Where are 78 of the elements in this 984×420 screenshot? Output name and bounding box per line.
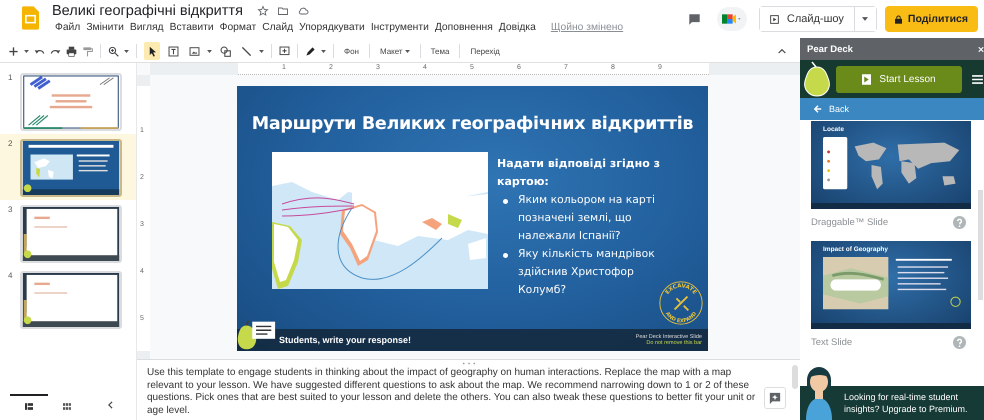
caret-icon: [862, 17, 868, 21]
toolbar-button[interactable]: Перехід: [467, 46, 503, 56]
footer-caption: Students, write your response!: [279, 335, 412, 345]
cloud-icon[interactable]: [296, 5, 309, 17]
menu-item[interactable]: Вигляд: [126, 22, 167, 33]
paint-format-icon[interactable]: [82, 46, 93, 56]
lock-icon: [894, 14, 902, 24]
plus-icon[interactable]: [8, 46, 19, 56]
slide-number: 4: [8, 271, 14, 280]
menu-icon[interactable]: [972, 74, 983, 84]
text-box-icon: [168, 46, 178, 56]
caret-icon[interactable]: [259, 50, 264, 52]
line-icon: [240, 46, 252, 56]
menu-item[interactable]: Інструменти: [368, 22, 432, 33]
menu-item[interactable]: Довідка: [496, 22, 539, 33]
caret-icon: [404, 50, 410, 52]
slide-thumbnail[interactable]: [20, 205, 122, 263]
slide-thumbnail[interactable]: [20, 73, 122, 131]
slide-number: 1: [8, 73, 14, 82]
explore-button[interactable]: [764, 387, 786, 409]
video-camera-icon: [722, 13, 742, 25]
add-comment-icon[interactable]: [279, 46, 290, 56]
slideshow-dropdown[interactable]: [854, 7, 876, 31]
meet-button[interactable]: [716, 7, 747, 31]
panel-title: Pear Deck: [807, 44, 853, 54]
pear-icon: [237, 319, 277, 351]
tool-button[interactable]: [144, 42, 160, 60]
bullet-icon: [503, 253, 508, 258]
template-name: Draggable™ Slide: [811, 217, 888, 228]
menu-item[interactable]: Вставити: [166, 22, 217, 33]
collapse-icon[interactable]: [778, 48, 786, 54]
template-name: Text Slide: [811, 337, 852, 348]
slide-thumbnail[interactable]: [20, 271, 122, 329]
menu-item[interactable]: Змінити: [83, 22, 127, 33]
document-title[interactable]: Великі географічні відкриття: [52, 3, 243, 19]
menu-item[interactable]: Упорядкувати: [296, 22, 368, 33]
scrollbar[interactable]: [792, 365, 798, 389]
pear-icon: [802, 61, 832, 97]
menu-item[interactable]: Слайд: [259, 22, 296, 33]
slide-prompt: Надати відповіді згідно з картою:: [497, 156, 662, 190]
pen-icon[interactable]: [305, 46, 316, 56]
back-arrow-icon: [814, 105, 822, 113]
bullet-icon: [503, 199, 508, 204]
collapse-panel-icon[interactable]: [108, 401, 113, 409]
menu-item[interactable]: Файл: [52, 22, 84, 33]
play-icon: [862, 74, 872, 84]
toolbar-button[interactable]: Макет: [376, 46, 413, 56]
spark-icon: [769, 392, 781, 404]
print-icon[interactable]: [66, 46, 77, 56]
toolbar-button[interactable]: Фон: [341, 46, 362, 56]
resize-handle-icon[interactable]: [462, 362, 476, 365]
comment-icon[interactable]: [688, 12, 701, 26]
grid-view-icon: [63, 402, 71, 410]
slide-title: Маршрути Великих географічних відкриттів: [250, 114, 694, 134]
caret-icon[interactable]: [321, 50, 326, 52]
folder-icon[interactable]: [276, 5, 289, 17]
list-view-icon: [25, 402, 33, 410]
slide-thumbnail[interactable]: [20, 139, 122, 197]
close-icon[interactable]: [978, 46, 984, 52]
zoom-icon[interactable]: [108, 46, 119, 56]
caret-icon[interactable]: [124, 50, 129, 52]
slide-number: 3: [8, 205, 14, 214]
slide-bullet: Яку кількість мандрівок здійснив Христофор Колумб?: [518, 246, 656, 298]
shapes-icon: [220, 46, 230, 56]
image-icon: [188, 46, 200, 56]
share-button[interactable]: Поділитися: [884, 6, 978, 32]
menu-item[interactable]: Формат: [216, 22, 260, 33]
back-button[interactable]: Back: [800, 98, 984, 120]
slide-number: 2: [8, 139, 14, 148]
scrollbar[interactable]: [978, 190, 983, 300]
slide-bullet: Яким кольором на карті позначені землі, що належали Іспанії?: [518, 192, 656, 244]
star-icon[interactable]: [256, 5, 269, 17]
caret-icon[interactable]: [24, 50, 29, 52]
caret-icon[interactable]: [207, 50, 212, 52]
play-icon: [770, 14, 779, 24]
menu-item[interactable]: Доповнення: [432, 22, 496, 33]
start-lesson-button[interactable]: Start Lesson: [836, 66, 962, 92]
toolbar-button[interactable]: Тема: [428, 46, 452, 56]
